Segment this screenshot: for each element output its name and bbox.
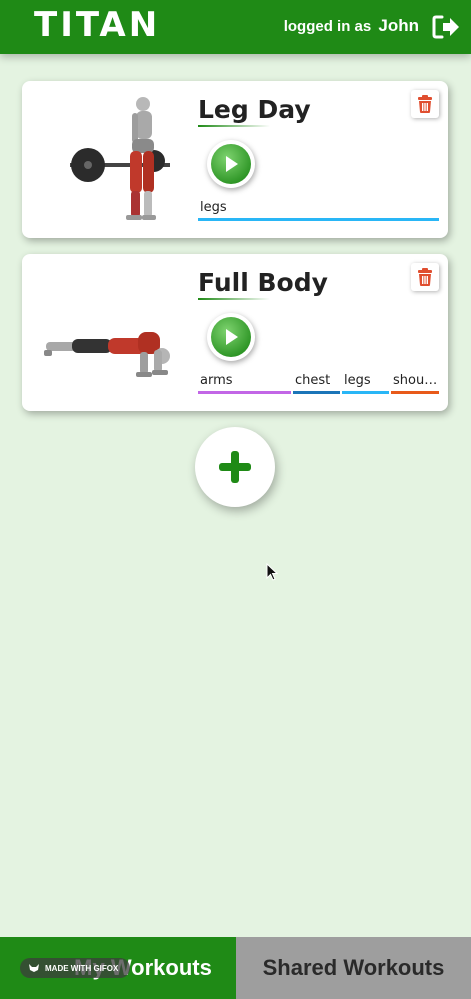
tag-bar — [391, 391, 439, 394]
play-button[interactable] — [207, 140, 255, 188]
tag-bar — [342, 391, 389, 394]
trash-icon[interactable] — [411, 263, 439, 291]
tag-label: legs — [344, 373, 371, 388]
app-header: TITAN logged in as John — [0, 0, 471, 54]
plus-icon — [219, 451, 251, 483]
add-workout-button[interactable] — [195, 427, 275, 507]
tag-label: legs — [200, 200, 227, 215]
watermark-text: MADE WITH GIFOX — [45, 963, 119, 973]
fox-icon — [29, 964, 39, 972]
trash-icon[interactable] — [411, 90, 439, 118]
tag-arms[interactable]: arms — [198, 373, 291, 394]
play-icon — [211, 144, 251, 184]
play-button[interactable] — [207, 313, 255, 361]
tab-shared-workouts[interactable]: Shared Workouts — [236, 937, 471, 999]
workout-card[interactable]: Leg Day legs — [22, 81, 448, 238]
play-icon — [211, 317, 251, 357]
pushup-illustration — [42, 264, 202, 401]
app-logo: TITAN — [34, 5, 161, 45]
tag-label: shoul… — [393, 373, 439, 388]
workout-card[interactable]: Full Body arms chest legs shoul… — [22, 254, 448, 411]
username: John — [378, 16, 419, 35]
login-status: logged in as John — [284, 16, 419, 36]
workout-title: Full Body — [198, 268, 328, 297]
tag-bar — [198, 391, 291, 394]
tag-legs[interactable]: legs — [198, 200, 439, 221]
tag-legs[interactable]: legs — [342, 373, 389, 394]
tag-list: arms chest legs shoul… — [198, 373, 439, 394]
tag-shoulders[interactable]: shoul… — [391, 373, 439, 394]
mouse-cursor-icon — [266, 562, 279, 586]
login-prefix: logged in as — [283, 18, 372, 35]
tag-list: legs — [198, 200, 439, 221]
sign-out-icon[interactable] — [431, 12, 461, 42]
gifox-watermark: MADE WITH GIFOX — [20, 958, 130, 978]
tag-chest[interactable]: chest — [293, 373, 340, 394]
title-underline — [198, 125, 270, 127]
title-underline — [198, 298, 270, 300]
tag-label: arms — [200, 373, 233, 388]
workout-title: Leg Day — [198, 95, 311, 124]
tag-bar — [198, 218, 439, 221]
tag-label: chest — [295, 373, 331, 388]
tag-bar — [293, 391, 340, 394]
deadlift-illustration — [42, 91, 202, 228]
